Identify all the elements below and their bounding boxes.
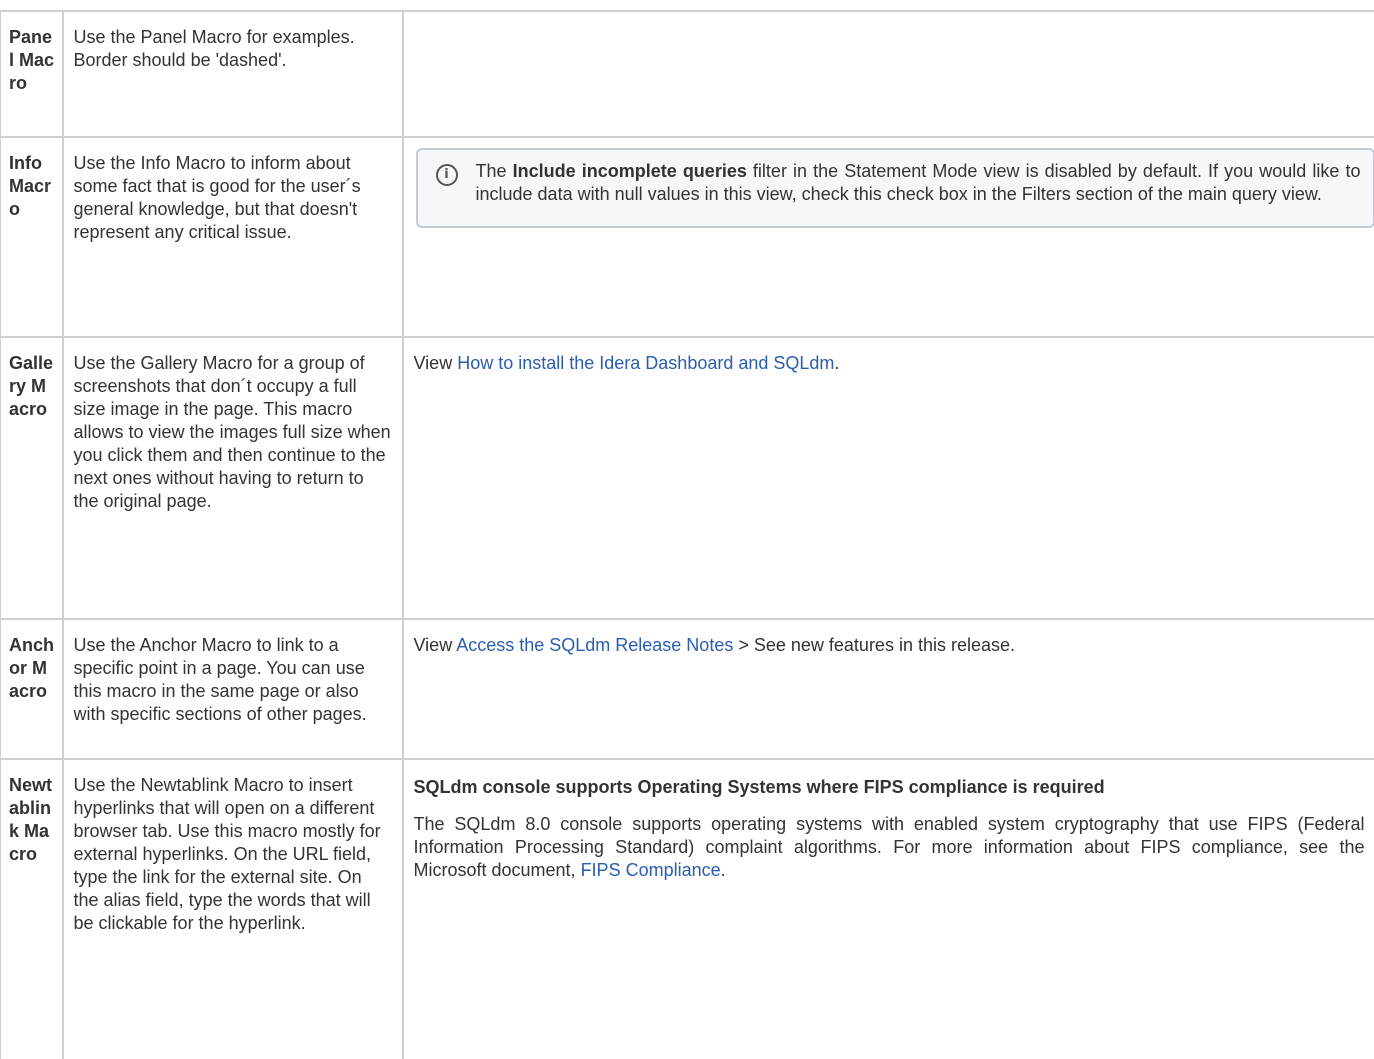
- macro-example-cell: View Access the SQLdm Release Notes > Se…: [403, 619, 1374, 759]
- fips-body-text: The SQLdm 8.0 console supports operating…: [414, 814, 1365, 880]
- info-text-bold: Include incomplete queries: [513, 161, 747, 181]
- example-suffix: > See new features in this release.: [733, 635, 1015, 655]
- macro-description-cell: Use the Anchor Macro to link to a specif…: [63, 619, 403, 759]
- macro-description: Use the Gallery Macro for a group of scr…: [74, 353, 391, 511]
- macro-description: Use the Info Macro to inform about some …: [74, 153, 361, 242]
- example-prefix: View: [414, 353, 458, 373]
- macro-name: Newtablink Macro: [9, 774, 55, 866]
- macro-example-cell: [403, 11, 1374, 137]
- release-notes-link[interactable]: Access the SQLdm Release Notes: [456, 635, 733, 655]
- example-suffix: .: [834, 353, 839, 373]
- macro-name-cell: Newtablink Macro: [1, 759, 63, 1059]
- macro-name-cell: Gallery Macro: [1, 337, 63, 619]
- macro-name-cell: Panel Macro: [1, 11, 63, 137]
- info-text-before: The: [476, 161, 513, 181]
- table-row: Gallery Macro Use the Gallery Macro for …: [1, 337, 1374, 619]
- fips-compliance-link[interactable]: FIPS Compliance: [581, 860, 721, 880]
- info-macro-panel: i The Include incomplete queries filter …: [416, 148, 1374, 228]
- install-dashboard-link[interactable]: How to install the Idera Dashboard and S…: [457, 353, 834, 373]
- macro-name: Panel Macro: [9, 26, 55, 95]
- macro-description: Use the Newtablink Macro to insert hyper…: [74, 775, 381, 933]
- macro-description-cell: Use the Panel Macro for examples. Border…: [63, 11, 403, 137]
- table-row: Info Macro Use the Info Macro to inform …: [1, 137, 1374, 337]
- macro-description: Use the Anchor Macro to link to a specif…: [74, 635, 367, 724]
- macro-description: Use the Panel Macro for examples. Border…: [74, 27, 355, 70]
- macro-example-cell: i The Include incomplete queries filter …: [403, 137, 1374, 337]
- macro-name: Info Macro: [9, 152, 55, 221]
- macro-name-cell: Anchor Macro: [1, 619, 63, 759]
- macro-example-cell: SQLdm console supports Operating Systems…: [403, 759, 1374, 1059]
- macro-description-cell: Use the Newtablink Macro to insert hyper…: [63, 759, 403, 1059]
- example-prefix: View: [414, 635, 457, 655]
- macro-name: Anchor Macro: [9, 634, 55, 703]
- table-row: Panel Macro Use the Panel Macro for exam…: [1, 11, 1374, 137]
- macro-reference-table: Panel Macro Use the Panel Macro for exam…: [0, 10, 1374, 1059]
- table-row: Anchor Macro Use the Anchor Macro to lin…: [1, 619, 1374, 759]
- macro-name-cell: Info Macro: [1, 137, 63, 337]
- table-row: Newtablink Macro Use the Newtablink Macr…: [1, 759, 1374, 1059]
- macro-description-cell: Use the Gallery Macro for a group of scr…: [63, 337, 403, 619]
- macro-name: Gallery Macro: [9, 352, 55, 421]
- macro-example-cell: View How to install the Idera Dashboard …: [403, 337, 1374, 619]
- fips-heading: SQLdm console supports Operating Systems…: [414, 776, 1365, 799]
- info-circle-icon: i: [436, 164, 458, 186]
- fips-paragraph: The SQLdm 8.0 console supports operating…: [414, 813, 1365, 882]
- fips-suffix: .: [721, 860, 726, 880]
- macro-description-cell: Use the Info Macro to inform about some …: [63, 137, 403, 337]
